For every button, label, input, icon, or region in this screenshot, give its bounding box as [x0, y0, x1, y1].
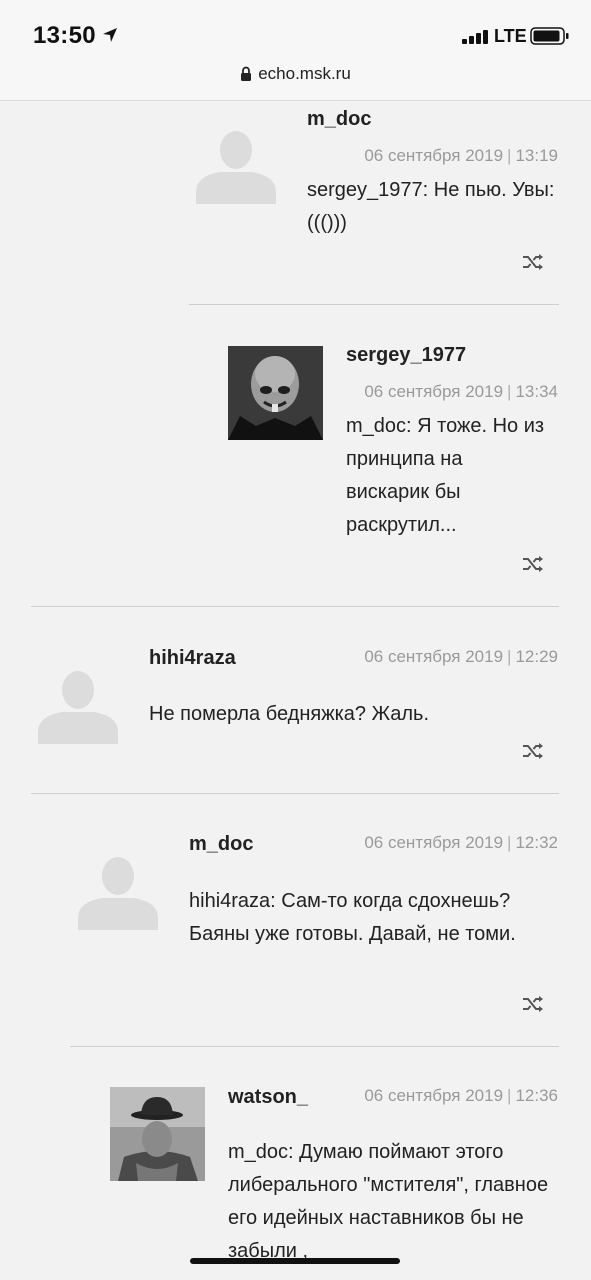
- comment-username[interactable]: watson_: [228, 1086, 308, 1109]
- comment-username[interactable]: sergey_1977: [346, 344, 466, 367]
- comment-text: m_doc: Думаю поймают этого либерального …: [228, 1141, 549, 1262]
- status-bar: 13:50 LTE: [0, 0, 591, 60]
- comment-divider: [70, 1046, 559, 1047]
- signal-strength-icon: [462, 30, 488, 44]
- default-avatar-icon: [78, 857, 158, 930]
- comment-text: sergey_1977: Не пью. Увы:((())): [307, 179, 555, 234]
- comment-text: m_doc: Я тоже. Но из принципа на вискари…: [346, 415, 545, 536]
- shuffle-icon[interactable]: [522, 742, 544, 760]
- url-text: echo.msk.ru: [258, 64, 351, 83]
- default-avatar-icon: [38, 671, 118, 744]
- comment-datetime: 06 сентября 2019 | 13:19: [364, 146, 558, 165]
- comment-datetime: 06 сентября 2019 | 12:36: [364, 1086, 558, 1105]
- shuffle-icon[interactable]: [522, 995, 544, 1013]
- comment-divider: [189, 304, 559, 305]
- comment-text: Не померла бедняжка? Жаль.: [149, 703, 430, 725]
- comment-username[interactable]: m_doc: [189, 833, 253, 856]
- network-type: LTE: [494, 26, 527, 46]
- bald-cartoon-avatar: [228, 346, 323, 440]
- comment-username[interactable]: m_doc: [307, 108, 371, 131]
- home-indicator[interactable]: [190, 1258, 400, 1264]
- man-in-hat-avatar: [110, 1087, 205, 1181]
- address-display[interactable]: echo.msk.ru: [0, 64, 591, 84]
- comment-divider: [31, 793, 559, 794]
- comment-datetime: 06 сентября 2019 | 12:32: [364, 833, 558, 852]
- comment-datetime: 06 сентября 2019 | 12:29: [364, 647, 558, 666]
- comment-username[interactable]: hihi4raza: [149, 647, 236, 670]
- default-avatar-icon: [196, 131, 276, 204]
- battery-icon: [530, 27, 569, 45]
- comment-text: hihi4raza: Сам-то когда сдохнешь? Баяны …: [189, 890, 516, 945]
- browser-address-bar[interactable]: echo.msk.ru: [0, 60, 591, 101]
- lock-icon: [241, 66, 252, 81]
- comment-datetime: 06 сентября 2019 | 13:34: [364, 382, 558, 401]
- location-arrow-icon: [103, 28, 117, 42]
- shuffle-icon[interactable]: [522, 555, 544, 573]
- status-time: 13:50: [33, 22, 96, 49]
- shuffle-icon[interactable]: [522, 253, 544, 271]
- comment-divider: [31, 606, 559, 607]
